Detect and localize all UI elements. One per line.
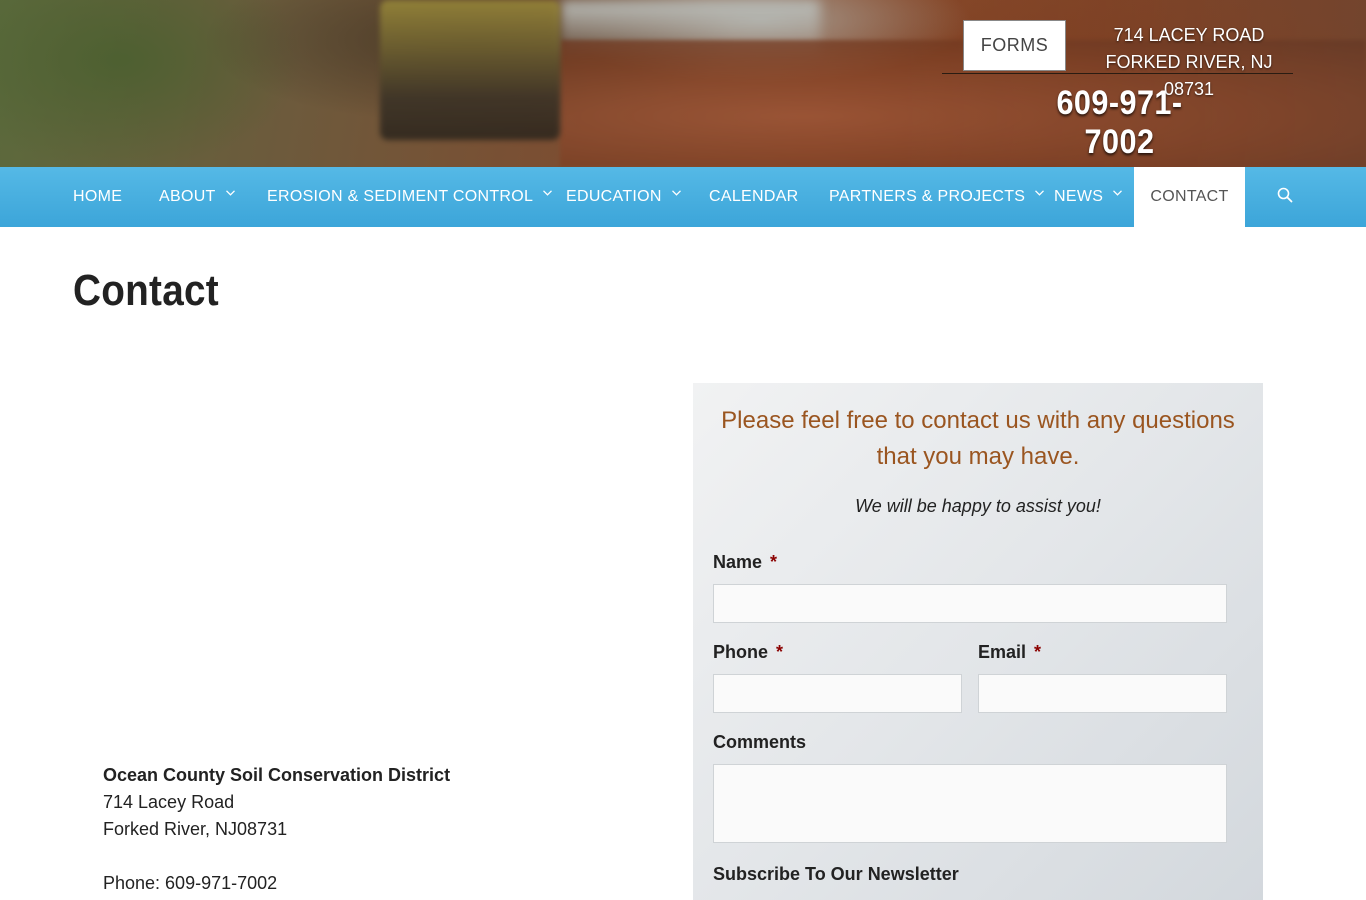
name-field[interactable] [713, 584, 1227, 623]
nav-item-calendar[interactable]: CALENDAR [709, 167, 799, 227]
form-subheading: We will be happy to assist you! [855, 496, 1101, 516]
required-marker: * [770, 552, 778, 572]
email-field[interactable] [978, 674, 1227, 713]
address-line1: 714 LACEY ROAD [1113, 25, 1265, 45]
org-name: Ocean County Soil Conservation District [103, 765, 451, 785]
nav-item-label: CALENDAR [709, 188, 799, 205]
nav-item-about[interactable]: ABOUT [159, 167, 235, 227]
nav-item-news[interactable]: NEWS [1054, 167, 1123, 227]
nav-item-erosion-sediment-control[interactable]: EROSION & SEDIMENT CONTROL [267, 167, 553, 227]
city-address: Forked River, NJ08731 [103, 819, 288, 839]
chevron-down-icon [1035, 190, 1045, 198]
nav-item-home[interactable]: HOME [73, 167, 122, 227]
nav-item-label: CONTACT [1150, 188, 1229, 205]
comments-label: Comments [713, 732, 807, 752]
nav-item-partners-projects[interactable]: PARTNERS & PROJECTS [829, 167, 1045, 227]
phone-field[interactable] [713, 674, 962, 713]
search-button[interactable] [1277, 167, 1293, 227]
chevron-down-icon [543, 190, 553, 198]
street-address: 714 Lacey Road [103, 792, 235, 812]
nav-item-label: EROSION & SEDIMENT CONTROL [267, 188, 534, 205]
contact-form-panel: Please feel free to contact us with any … [693, 383, 1263, 900]
name-label: Name * [713, 552, 778, 572]
email-label: Email * [978, 642, 1042, 662]
nav-item-label: NEWS [1054, 188, 1104, 205]
nav-item-label: PARTNERS & PROJECTS [829, 188, 1026, 205]
nav-item-label: HOME [73, 188, 123, 205]
search-icon [1277, 187, 1293, 208]
chevron-down-icon [671, 190, 681, 198]
nav-item-label: EDUCATION [566, 188, 662, 205]
contact-info: Ocean County Soil Conservation District … [103, 762, 450, 897]
chevron-down-icon [225, 190, 235, 198]
phone-label: Phone * [713, 642, 784, 662]
main-navigation: HOME ABOUT EROSION & SEDIMENT CONTROL ED… [0, 167, 1366, 227]
header-divider [942, 73, 1293, 74]
forms-button[interactable]: FORMS [963, 20, 1066, 71]
contact-phone: Phone: 609-971-7002 [103, 873, 278, 893]
comments-field[interactable] [713, 764, 1227, 843]
nav-item-education[interactable]: EDUCATION [566, 167, 681, 227]
newsletter-label: Subscribe To Our Newsletter [713, 864, 959, 884]
page-title: Contact [73, 266, 219, 315]
required-marker: * [776, 642, 784, 662]
nav-item-contact[interactable]: CONTACT [1134, 167, 1245, 227]
header-phone[interactable]: 609-971-7002 [1027, 84, 1212, 162]
required-marker: * [1034, 642, 1042, 662]
header-banner: FORMS 714 LACEY ROAD FORKED RIVER, NJ 08… [0, 0, 1366, 167]
nav-item-label: ABOUT [159, 188, 216, 205]
form-heading: Please feel free to contact us with any … [721, 407, 1235, 470]
chevron-down-icon [1113, 190, 1123, 198]
banner-machine [380, 0, 560, 140]
